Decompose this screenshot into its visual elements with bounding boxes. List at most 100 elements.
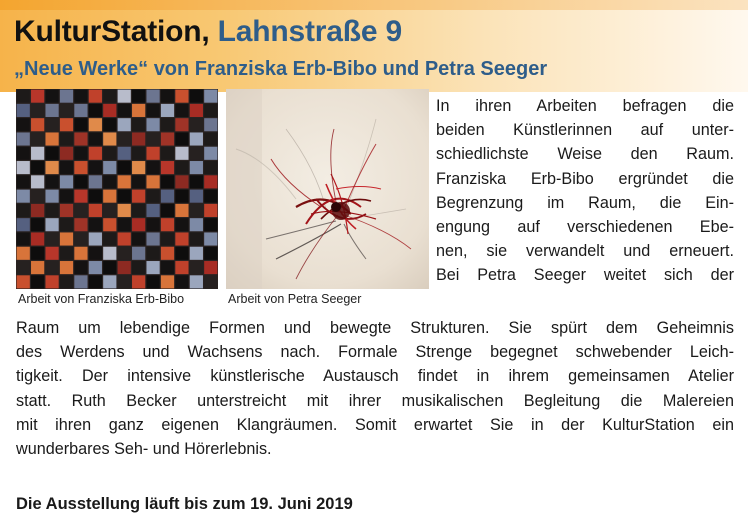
mosaic-tile xyxy=(175,275,189,289)
mosaic-tile xyxy=(175,132,189,146)
text-line: engung auf verschiedenen Ebe- xyxy=(436,218,734,237)
mosaic-tile xyxy=(189,261,203,275)
mosaic-tile xyxy=(175,103,189,117)
mosaic-tile xyxy=(132,132,146,146)
mosaic-tile xyxy=(189,161,203,175)
mosaic-tile xyxy=(45,146,59,160)
mosaic-tile xyxy=(189,132,203,146)
mosaic-tile xyxy=(175,218,189,232)
mosaic-tile xyxy=(175,146,189,160)
mosaic-tile xyxy=(189,218,203,232)
mosaic-tile xyxy=(146,161,160,175)
mosaic-tile xyxy=(146,203,160,217)
mosaic-tile xyxy=(117,275,131,289)
mosaic-tile xyxy=(16,118,30,132)
mosaic-tile xyxy=(31,103,45,117)
mosaic-tile xyxy=(189,232,203,246)
mosaic-tile xyxy=(59,103,74,117)
text-line: des Werdens und Wachsens nach. Formale S… xyxy=(16,343,734,362)
mosaic-tile xyxy=(146,175,160,189)
text-line: tigkeit. Der intensive künstlerische Aus… xyxy=(16,367,734,386)
mosaic-tile xyxy=(132,146,146,160)
mosaic-tile xyxy=(117,161,131,175)
mosaic-tile xyxy=(74,118,88,132)
mosaic-tile xyxy=(74,261,88,275)
article-column-text: In ihren Arbeiten befragen die beiden Kü… xyxy=(436,94,734,288)
text-line: schiedlichste Weise den Raum. xyxy=(436,145,734,164)
mosaic-tile xyxy=(204,232,218,246)
mosaic-tile xyxy=(16,232,30,246)
mosaic-tile xyxy=(146,132,160,146)
mosaic-tile xyxy=(189,275,203,289)
mosaic-tile xyxy=(189,89,203,103)
mosaic-tile xyxy=(204,261,218,275)
text-line: Franziska Erb-Bibo ergründet die xyxy=(436,169,734,188)
mosaic-tile xyxy=(31,161,45,175)
mosaic-tile xyxy=(59,132,74,146)
mosaic-tile xyxy=(59,203,74,217)
mosaic-tile xyxy=(88,132,102,146)
mosaic-tile xyxy=(160,175,175,189)
mosaic-tile xyxy=(31,175,45,189)
mosaic-tile xyxy=(175,232,189,246)
mosaic-tile xyxy=(189,103,203,117)
mosaic-tile xyxy=(132,161,146,175)
mosaic-tile xyxy=(189,175,203,189)
mosaic-tile xyxy=(160,89,175,103)
mosaic-tile xyxy=(117,189,131,203)
mosaic-tile xyxy=(103,246,117,260)
artwork-image-seeger xyxy=(226,89,429,289)
mosaic-tile xyxy=(74,275,88,289)
mosaic-tile xyxy=(132,232,146,246)
mosaic-tile xyxy=(204,103,218,117)
mosaic-tile xyxy=(146,218,160,232)
mosaic-tile xyxy=(31,146,45,160)
mosaic-tile xyxy=(189,118,203,132)
mosaic-tile xyxy=(16,275,30,289)
text-line: beiden Künstlerinnen auf unter- xyxy=(436,121,734,140)
mosaic-tile xyxy=(16,203,30,217)
mosaic-tile xyxy=(31,261,45,275)
text-line: mit ihren ganz eigenen Klangräumen. Somi… xyxy=(16,415,734,434)
mosaic-tile xyxy=(88,203,102,217)
mosaic-tile xyxy=(59,146,74,160)
mosaic-tile xyxy=(189,189,203,203)
mosaic-tile xyxy=(117,246,131,260)
mosaic-tile xyxy=(103,275,117,289)
mosaic-tile xyxy=(45,261,59,275)
mosaic-tile xyxy=(16,146,30,160)
mosaic-tile xyxy=(59,218,74,232)
mosaic-tile xyxy=(45,132,59,146)
mosaic-tile xyxy=(175,203,189,217)
text-line: statt. Ruth Becker unterstreicht mit ihr… xyxy=(16,391,734,410)
mosaic-tile xyxy=(132,246,146,260)
mosaic-tile xyxy=(88,89,102,103)
mosaic-tile xyxy=(103,218,117,232)
mosaic-tile xyxy=(103,89,117,103)
mosaic-tile xyxy=(74,89,88,103)
mosaic-tile xyxy=(103,146,117,160)
mosaic-tile xyxy=(74,132,88,146)
mosaic-tile xyxy=(59,161,74,175)
mosaic-tile xyxy=(103,261,117,275)
mosaic-tile xyxy=(88,161,102,175)
mosaic-tile xyxy=(117,218,131,232)
mosaic-tile xyxy=(45,275,59,289)
mosaic-tile xyxy=(117,103,131,117)
mosaic-tile xyxy=(74,103,88,117)
mosaic-tile xyxy=(204,175,218,189)
mosaic-tile xyxy=(16,246,30,260)
mosaic-tile xyxy=(74,161,88,175)
mosaic-tile xyxy=(74,218,88,232)
mosaic-tile xyxy=(88,103,102,117)
exhibition-end-note: Die Ausstellung läuft bis zum 19. Juni 2… xyxy=(16,495,353,513)
article-body-text: Raum um lebendige Formen und bewegte Str… xyxy=(16,316,734,461)
mosaic-tile xyxy=(160,189,175,203)
artwork-image-erb-bibo xyxy=(16,89,218,289)
mosaic-tile xyxy=(132,275,146,289)
mosaic-tile xyxy=(204,118,218,132)
mosaic-tile xyxy=(146,103,160,117)
top-strip xyxy=(0,0,748,10)
mosaic-tile xyxy=(59,189,74,203)
mosaic-tile xyxy=(117,203,131,217)
